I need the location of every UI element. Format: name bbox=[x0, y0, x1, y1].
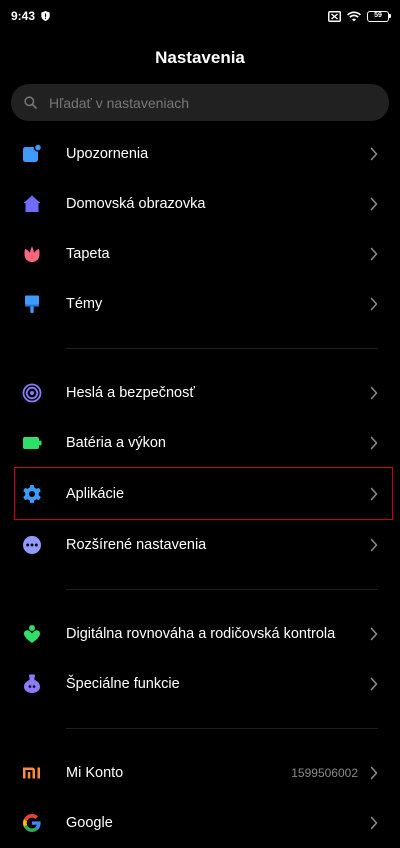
settings-item-label: Aplikácie bbox=[66, 486, 125, 502]
battery-icon bbox=[23, 437, 42, 449]
chevron-right-icon bbox=[370, 677, 378, 691]
settings-item-specialne-funkcie[interactable]: Špeciálne funkcie bbox=[0, 659, 400, 709]
battery-indicator: 59 bbox=[367, 10, 391, 22]
chevron-right-icon bbox=[370, 436, 378, 450]
settings-item-label: Heslá a bezpečnosť bbox=[66, 385, 195, 401]
settings-item-label: Upozornenia bbox=[66, 146, 149, 162]
settings-item-hesla-a-bezpecnost[interactable]: Heslá a bezpečnosť bbox=[0, 368, 400, 418]
section-divider bbox=[66, 348, 378, 349]
chevron-right-icon bbox=[370, 297, 378, 311]
google-icon bbox=[23, 814, 41, 832]
mi-icon bbox=[23, 767, 40, 779]
settings-item-upozornenia[interactable]: Upozornenia bbox=[0, 129, 400, 179]
wifi-icon bbox=[347, 11, 361, 21]
status-bar: 9:43 59 bbox=[0, 0, 400, 32]
chevron-right-icon bbox=[370, 538, 378, 552]
section-divider bbox=[66, 589, 378, 590]
chevron-right-icon bbox=[370, 197, 378, 211]
settings-item-digitalna-rovnovaha[interactable]: Digitálna rovnováha a rodičovská kontrol… bbox=[0, 609, 400, 659]
settings-item-domovska-obrazovka[interactable]: Domovská obrazovka bbox=[0, 179, 400, 229]
status-left: 9:43 bbox=[11, 9, 50, 23]
wellbeing-icon bbox=[24, 625, 40, 643]
brush-icon bbox=[25, 295, 39, 313]
status-time: 9:43 bbox=[11, 9, 36, 23]
no-sim-icon bbox=[328, 10, 341, 22]
settings-item-bateria-a-vykon[interactable]: Batéria a výkon bbox=[0, 418, 400, 468]
search-input[interactable] bbox=[47, 93, 351, 112]
chevron-right-icon bbox=[370, 627, 378, 641]
chevron-right-icon bbox=[370, 816, 378, 830]
potion-icon bbox=[24, 674, 40, 693]
chevron-right-icon bbox=[370, 766, 378, 780]
settings-item-tapeta[interactable]: Tapeta bbox=[0, 229, 400, 279]
settings-item-label: Témy bbox=[66, 296, 103, 312]
page-title: Nastavenia bbox=[155, 48, 245, 67]
settings-item-google[interactable]: Google bbox=[0, 798, 400, 848]
flower-icon bbox=[24, 246, 40, 262]
settings-item-label: Mi Konto bbox=[66, 765, 124, 781]
search-bar[interactable] bbox=[11, 84, 389, 121]
chevron-right-icon bbox=[370, 147, 378, 161]
chevron-right-icon bbox=[370, 386, 378, 400]
settings-item-label: Google bbox=[66, 815, 113, 831]
shield-icon bbox=[41, 11, 50, 21]
status-right: 59 bbox=[328, 10, 391, 22]
fingerprint-icon bbox=[22, 383, 42, 403]
settings-item-label: Batéria a výkon bbox=[66, 435, 166, 451]
chevron-right-icon bbox=[370, 487, 378, 501]
account-id: 1599506002 bbox=[291, 766, 358, 780]
settings-item-label: Domovská obrazovka bbox=[66, 196, 206, 212]
settings-item-label: Tapeta bbox=[66, 246, 110, 262]
search-icon bbox=[24, 96, 37, 109]
settings-item-label: Rozšírené nastavenia bbox=[66, 537, 207, 553]
gear-icon bbox=[23, 485, 41, 503]
battery-level: 59 bbox=[374, 11, 382, 19]
settings-item-rozsirene-nastavenia[interactable]: Rozšírené nastavenia bbox=[0, 520, 400, 570]
settings-item-temy[interactable]: Témy bbox=[0, 279, 400, 329]
section-divider bbox=[66, 728, 378, 729]
notifications-icon bbox=[23, 144, 42, 162]
chevron-right-icon bbox=[370, 247, 378, 261]
more-icon bbox=[23, 536, 41, 554]
settings-item-aplikacie[interactable]: Aplikácie bbox=[0, 469, 400, 519]
settings-item-label: Digitálna rovnováha a rodičovská kontrol… bbox=[66, 626, 336, 642]
settings-item-mi-konto[interactable]: Mi Konto 1599506002 bbox=[0, 748, 400, 798]
home-icon bbox=[23, 195, 41, 212]
settings-item-label: Špeciálne funkcie bbox=[66, 676, 180, 692]
